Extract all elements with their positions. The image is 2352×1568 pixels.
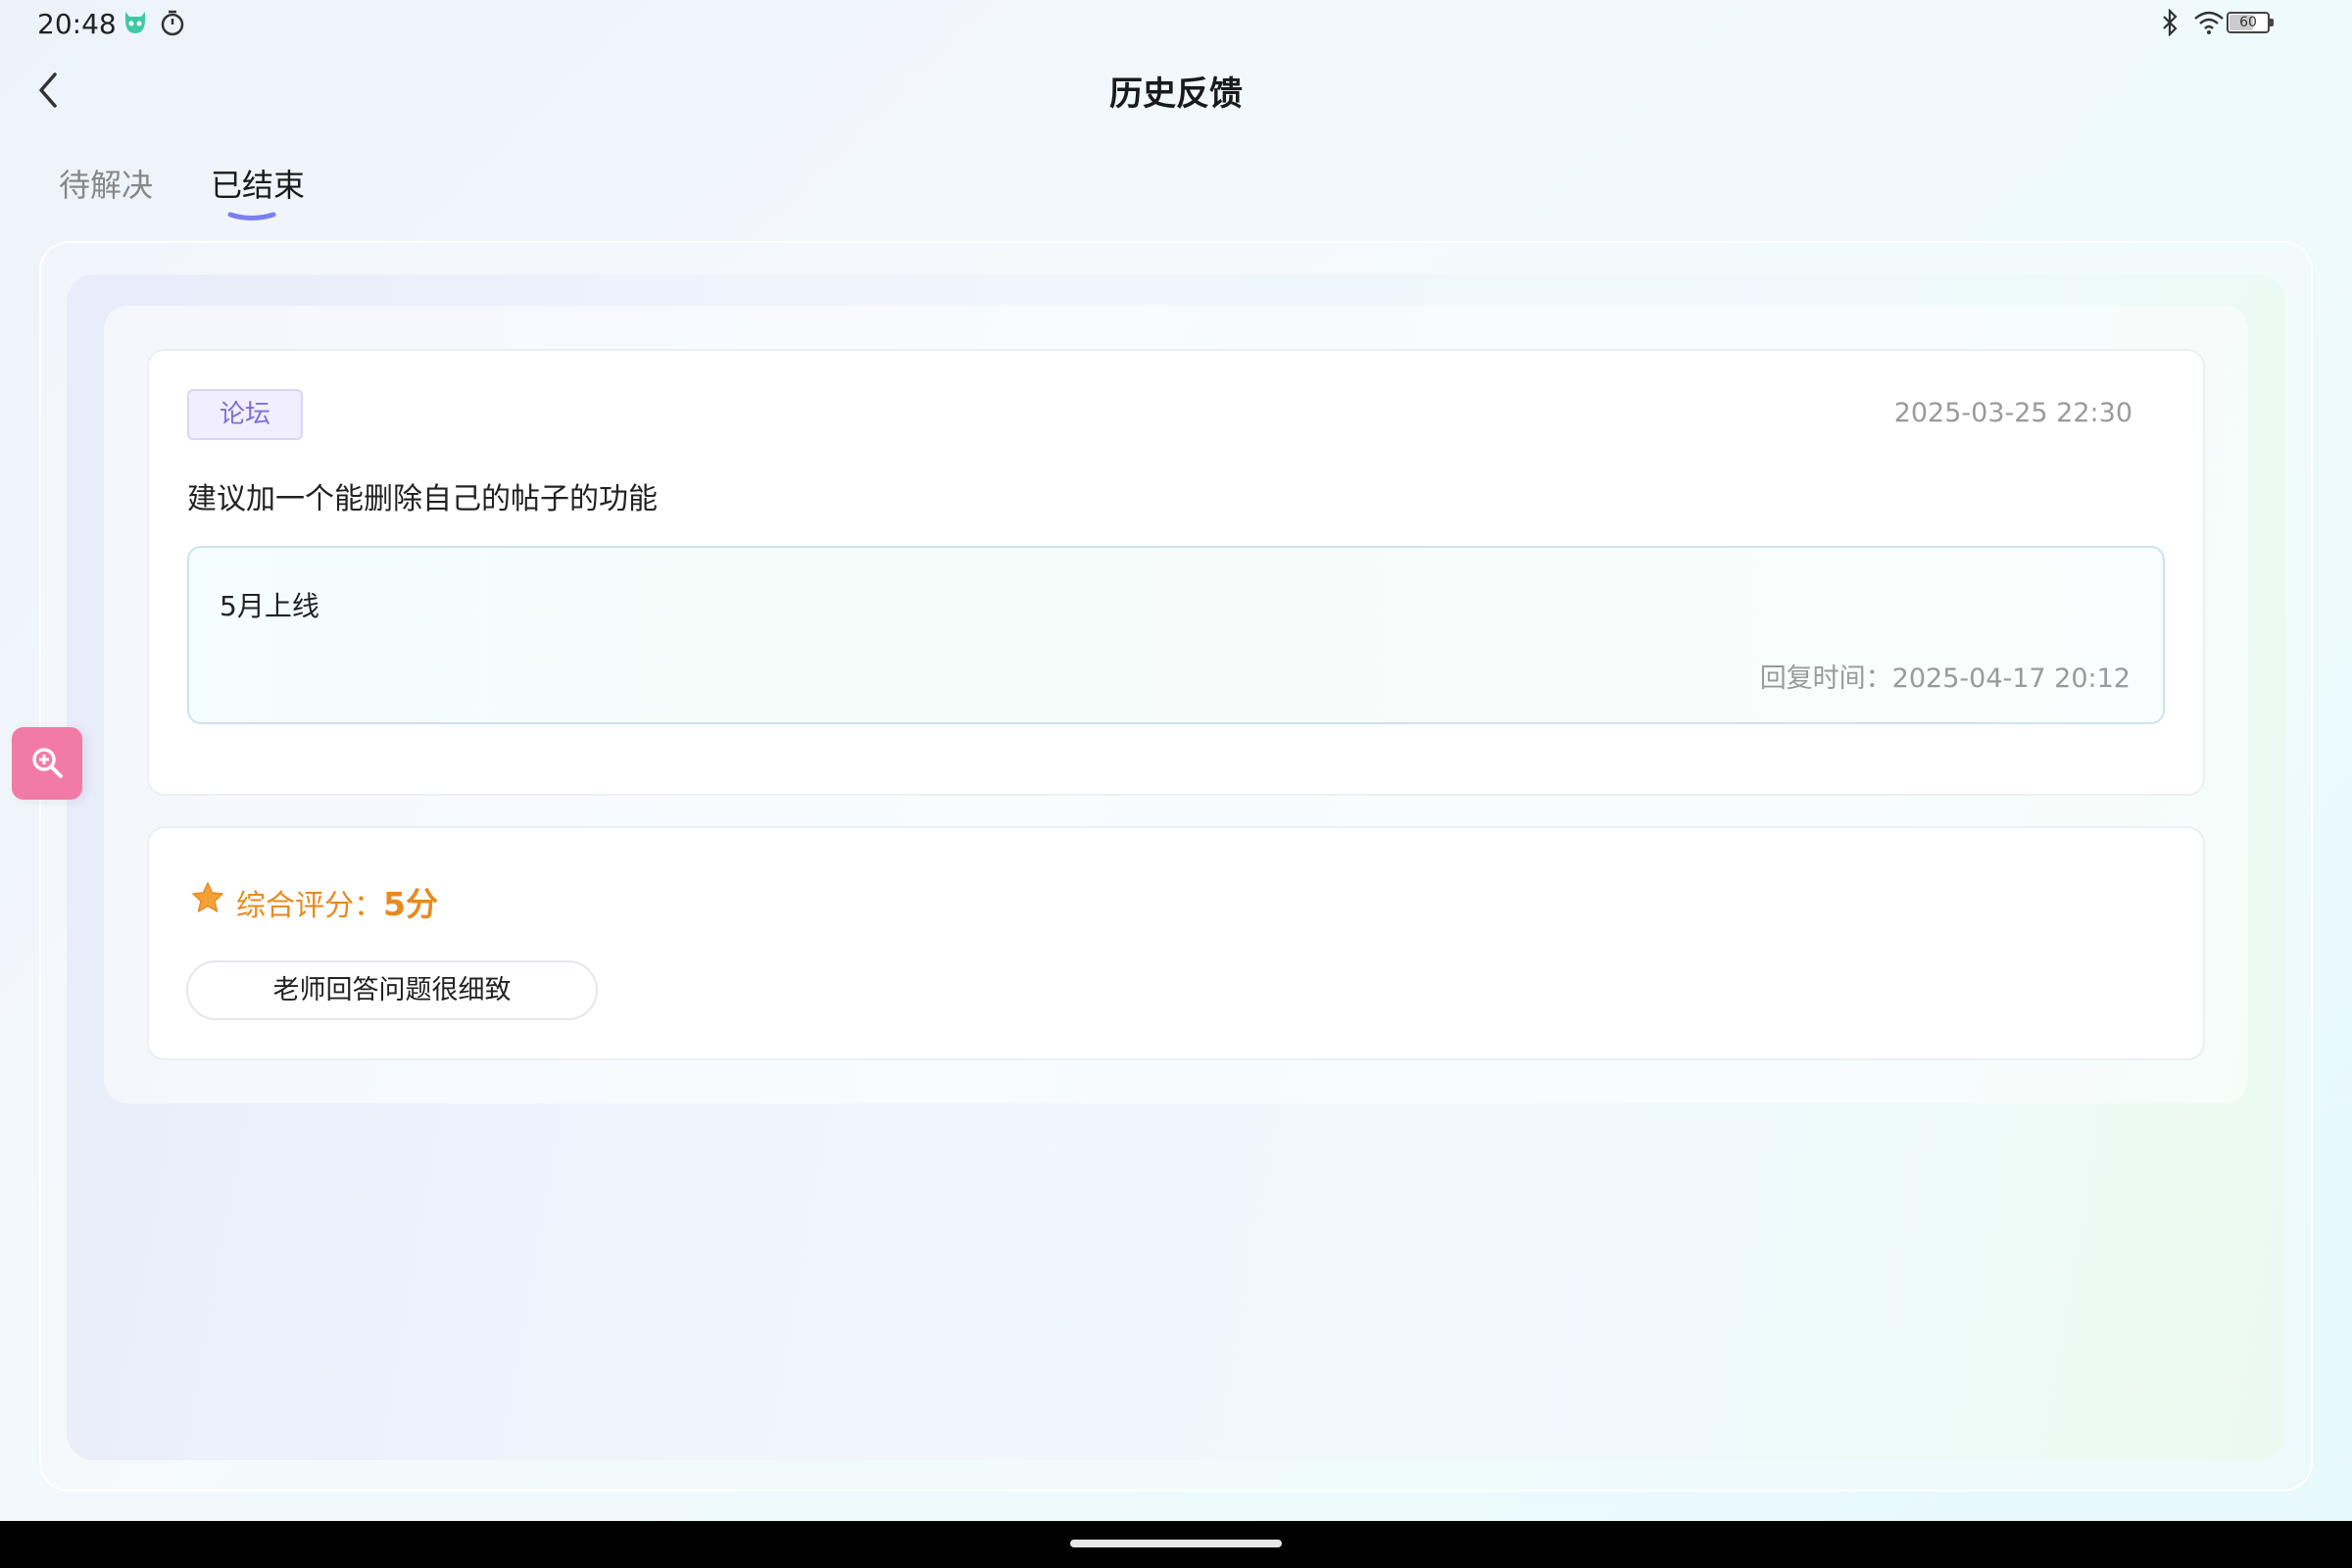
- battery-icon: 60: [2227, 12, 2276, 35]
- zoom-in-icon: [32, 748, 63, 778]
- rating-label: 综合评分：: [236, 889, 383, 923]
- rating-card: [147, 826, 2205, 1060]
- zoom-button[interactable]: [12, 727, 82, 800]
- robot-icon: [125, 12, 145, 33]
- status-time: 20:48: [37, 8, 117, 40]
- category-tag: 论坛: [187, 389, 303, 440]
- bluetooth-icon: [2163, 9, 2178, 36]
- submit-time: 2025-03-25 22:30: [1893, 398, 2132, 428]
- battery-level: 60: [2239, 15, 2257, 30]
- tab-ended[interactable]: 已结束: [211, 161, 305, 206]
- home-indicator[interactable]: [1070, 1540, 1282, 1547]
- page-title: 历史反馈: [1109, 74, 1243, 114]
- feedback-content: 建议加一个能删除自己的帖子的功能: [187, 482, 658, 516]
- rating-comment-tag: 老师回答问题很细致: [186, 960, 598, 1020]
- tab-active-indicator: [227, 212, 276, 220]
- reply-time: 回复时间：2025-04-17 20:12: [1759, 663, 2131, 694]
- rating-value: 5分: [383, 885, 438, 923]
- timer-icon: [161, 10, 184, 36]
- wifi-icon: [2194, 11, 2224, 34]
- tab-pending[interactable]: 待解决: [59, 161, 153, 206]
- status-bar: 20:48 60: [0, 0, 2352, 49]
- reply-text: 5月上线: [220, 590, 319, 622]
- reply-box: [187, 546, 2165, 724]
- star-icon: [192, 882, 223, 912]
